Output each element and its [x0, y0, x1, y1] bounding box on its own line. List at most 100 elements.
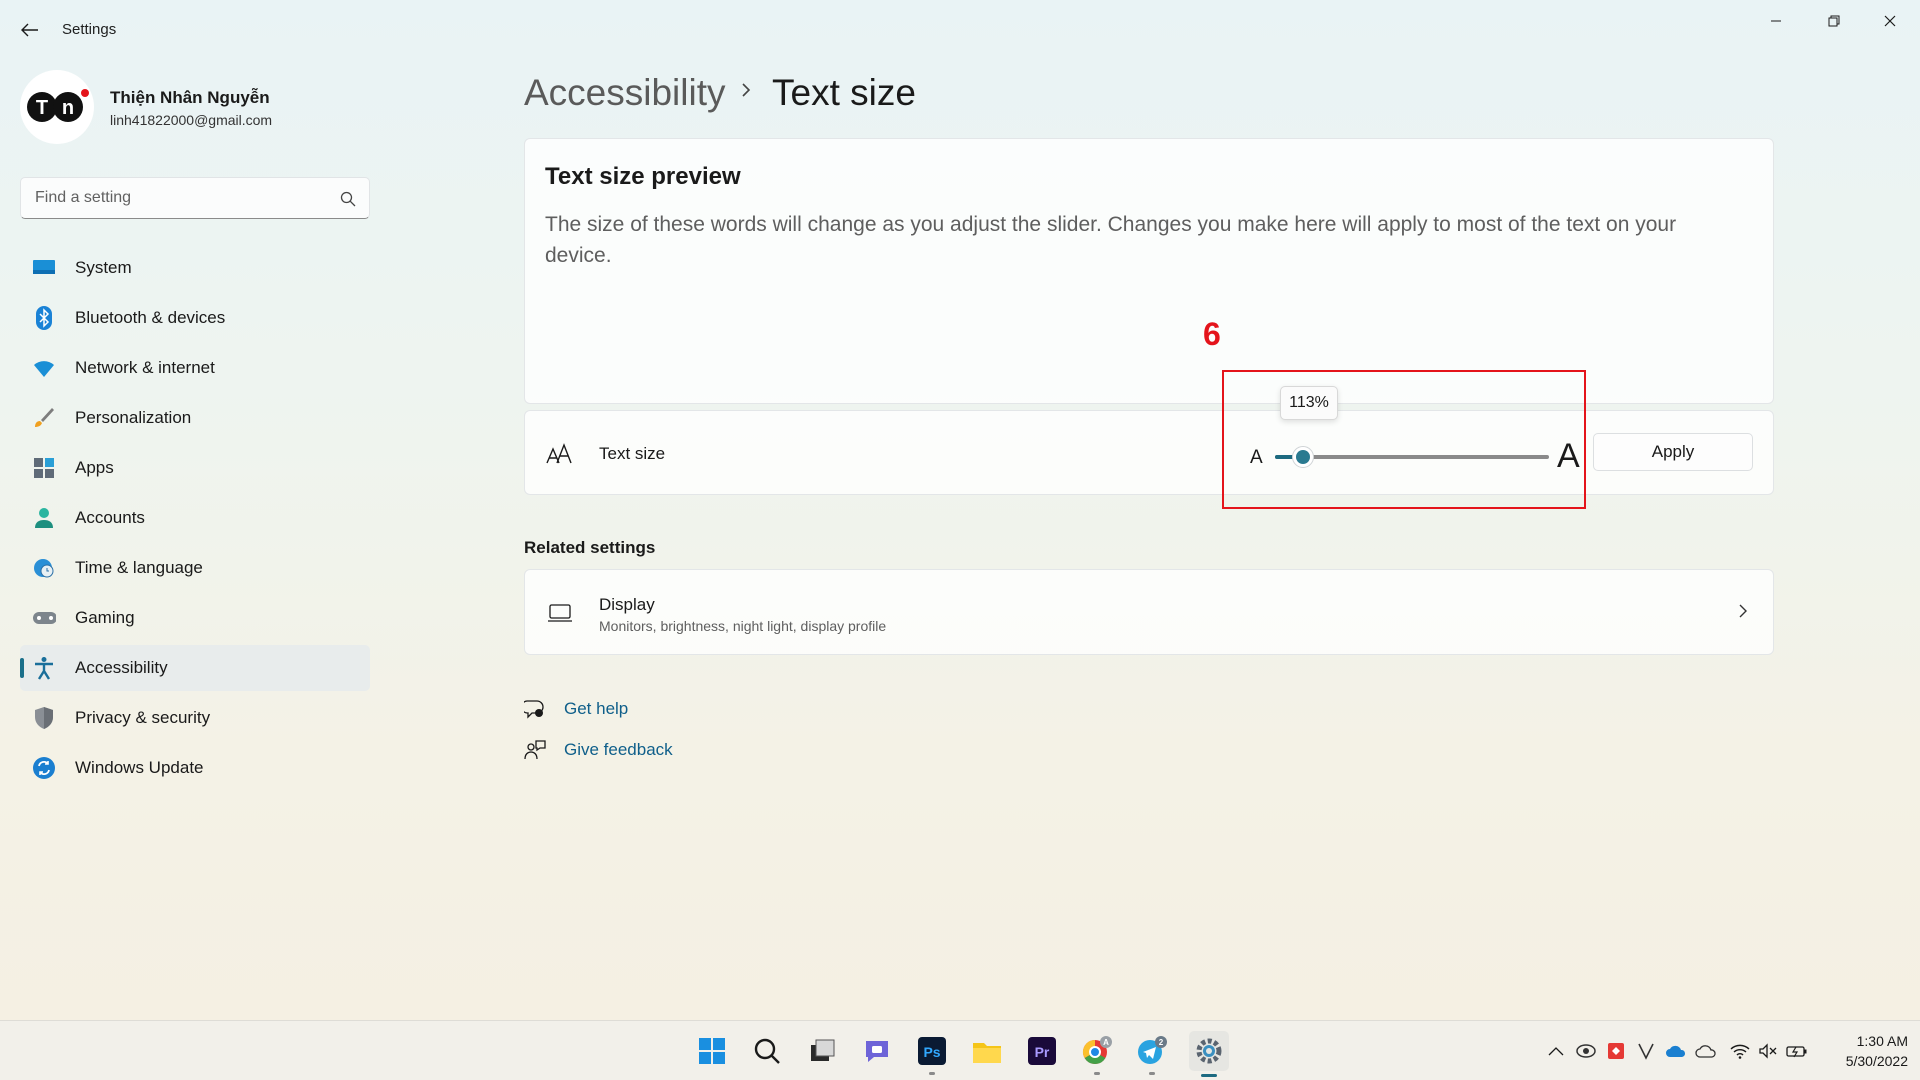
text-size-preview-card: Text size preview The size of these word…	[524, 138, 1774, 404]
give-feedback-link[interactable]: Give feedback	[564, 740, 673, 760]
get-help-row[interactable]: Get help	[524, 696, 628, 722]
text-size-label: Text size	[599, 444, 666, 463]
profile-email: linh41822000@gmail.com	[110, 112, 273, 128]
onedrive-button[interactable]	[1665, 1041, 1687, 1061]
sidebar-item-windows-update[interactable]: Windows Update	[20, 745, 370, 791]
system-icon	[32, 256, 56, 280]
start-button[interactable]	[694, 1033, 730, 1069]
annotation-box	[1222, 370, 1586, 509]
avatar[interactable]: T n	[20, 70, 94, 144]
sidebar-item-label: Windows Update	[75, 758, 204, 777]
tray-app-icon	[1576, 1044, 1596, 1058]
sidebar-item-system[interactable]: System	[20, 245, 370, 291]
show-hidden-icons-button[interactable]	[1545, 1041, 1567, 1061]
breadcrumb-parent[interactable]: Accessibility	[524, 72, 726, 114]
page-title: Text size	[772, 72, 916, 113]
sidebar-item-accounts[interactable]: Accounts	[20, 495, 370, 541]
sidebar-item-time-language[interactable]: Time & language	[20, 545, 370, 591]
taskbar-app-file-explorer[interactable]	[969, 1033, 1005, 1069]
preview-title: Text size preview	[545, 163, 741, 190]
task-view-icon	[811, 1039, 835, 1061]
avatar-logo-icon: T n	[27, 89, 89, 122]
taskbar: Ps Pr A 2 1:30 AM 5/30/2022	[0, 1020, 1920, 1080]
search-input[interactable]: Find a setting	[20, 177, 370, 219]
cloud-button[interactable]	[1695, 1041, 1717, 1061]
tray-app-button[interactable]	[1575, 1041, 1597, 1061]
display-settings-link[interactable]: Display Monitors, brightness, night ligh…	[524, 569, 1774, 655]
running-indicator	[1149, 1072, 1155, 1075]
chrome-badge: A	[1103, 1038, 1109, 1047]
preview-text: The size of these words will change as y…	[545, 213, 1677, 267]
sidebar-item-bluetooth[interactable]: Bluetooth & devices	[20, 295, 370, 341]
volume-muted-icon	[1759, 1043, 1777, 1059]
avatar-initial-n: n	[62, 97, 74, 119]
vivaldi-button[interactable]	[1635, 1041, 1657, 1061]
chevron-up-icon	[1548, 1047, 1564, 1056]
sidebar-item-label: System	[75, 258, 132, 277]
chevron-right-icon	[742, 83, 751, 97]
globe-clock-icon	[32, 556, 56, 580]
clock-time: 1:30 AM	[1856, 1033, 1908, 1049]
task-view-button[interactable]	[804, 1033, 840, 1069]
taskbar-app-photoshop[interactable]: Ps	[914, 1033, 950, 1075]
minimize-button[interactable]	[1752, 6, 1800, 36]
app-title: Settings	[62, 21, 117, 38]
telegram-badge: 2	[1159, 1038, 1164, 1047]
wifi-icon	[32, 356, 56, 380]
tray-app-red-icon	[1608, 1043, 1624, 1059]
clock-date: 5/30/2022	[1845, 1053, 1908, 1069]
get-help-link[interactable]: Get help	[564, 699, 628, 719]
arrow-left-icon	[21, 23, 38, 37]
cloud-icon	[1695, 1045, 1716, 1058]
sidebar-item-personalization[interactable]: Personalization	[20, 395, 370, 441]
search-placeholder: Find a setting	[35, 189, 132, 206]
close-button[interactable]	[1866, 6, 1914, 36]
sidebar-item-network[interactable]: Network & internet	[20, 345, 370, 391]
chat-button[interactable]	[859, 1033, 895, 1069]
taskbar-search-button[interactable]	[749, 1033, 785, 1069]
battery-icon	[1786, 1046, 1807, 1058]
taskbar-app-settings[interactable]	[1189, 1031, 1229, 1077]
battery-button[interactable]	[1786, 1041, 1808, 1061]
back-button[interactable]	[18, 18, 42, 42]
give-feedback-row[interactable]: Give feedback	[524, 737, 673, 763]
bluetooth-icon	[32, 306, 56, 330]
sidebar-item-gaming[interactable]: Gaming	[20, 595, 370, 641]
profile-name: Thiện Nhân Nguyễn	[110, 88, 270, 107]
system-clock[interactable]: 1:30 AM 5/30/2022	[1828, 1031, 1908, 1071]
sidebar-item-label: Privacy & security	[75, 708, 211, 727]
running-indicator	[929, 1072, 935, 1075]
volume-button[interactable]	[1757, 1041, 1779, 1061]
sidebar-item-label: Time & language	[75, 558, 203, 577]
settings-icon	[1196, 1038, 1222, 1064]
sidebar-nav: System Bluetooth & devices Network & int…	[20, 245, 370, 795]
give-feedback-icon	[524, 740, 546, 760]
premiere-icon: Pr	[1028, 1037, 1056, 1065]
tray-app-red-button[interactable]	[1605, 1041, 1627, 1061]
taskbar-app-premiere[interactable]: Pr	[1024, 1033, 1060, 1069]
wifi-icon	[1730, 1044, 1750, 1059]
sidebar-item-privacy[interactable]: Privacy & security	[20, 695, 370, 741]
sidebar-item-label: Accessibility	[75, 658, 168, 677]
taskbar-app-chrome[interactable]: A	[1079, 1033, 1115, 1075]
sidebar-item-accessibility[interactable]: Accessibility	[20, 645, 370, 691]
onedrive-icon	[1666, 1045, 1686, 1057]
sidebar-item-label: Accounts	[75, 508, 145, 527]
restore-button[interactable]	[1810, 6, 1858, 36]
network-status-button[interactable]	[1729, 1041, 1751, 1061]
restore-icon	[1828, 15, 1840, 27]
photoshop-label: Ps	[923, 1044, 940, 1060]
chat-icon	[866, 1041, 888, 1062]
sidebar-item-label: Network & internet	[75, 358, 215, 377]
taskbar-app-telegram[interactable]: 2	[1134, 1033, 1170, 1075]
sidebar-item-apps[interactable]: Apps	[20, 445, 370, 491]
search-icon	[754, 1038, 780, 1064]
sidebar-item-label: Personalization	[75, 408, 192, 427]
telegram-icon: 2	[1138, 1036, 1167, 1064]
apply-button[interactable]: Apply	[1593, 433, 1753, 471]
text-size-card: Text size A A Apply	[524, 410, 1774, 495]
sidebar-item-label: Bluetooth & devices	[75, 308, 226, 327]
file-explorer-icon	[973, 1043, 1001, 1063]
chrome-icon: A	[1082, 1036, 1112, 1065]
search-icon[interactable]	[339, 190, 357, 208]
